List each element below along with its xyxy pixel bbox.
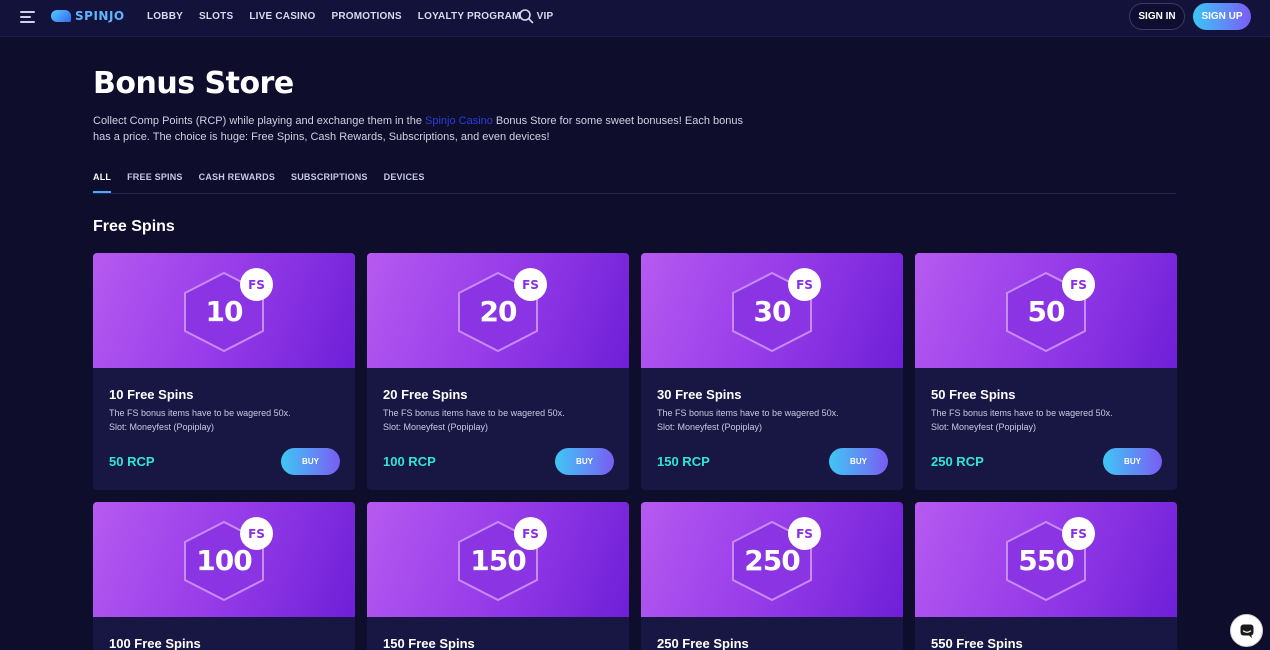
main-nav: LOBBY SLOTS LIVE CASINO PROMOTIONS LOYAL… <box>147 11 569 22</box>
bonus-card: 550 FS 550 Free Spins <box>915 502 1177 650</box>
nav-slots[interactable]: SLOTS <box>199 11 233 22</box>
fs-badge: FS <box>788 517 821 550</box>
nav-vip[interactable]: VIP <box>537 11 554 22</box>
card-title: 30 Free Spins <box>657 387 742 402</box>
fs-badge: FS <box>1062 268 1095 301</box>
sign-up-button[interactable]: SIGN UP <box>1193 3 1251 30</box>
page-title: Bonus Store <box>93 66 294 101</box>
card-description: The FS bonus items have to be wagered 50… <box>109 406 291 434</box>
card-description: The FS bonus items have to be wagered 50… <box>383 406 565 434</box>
card-title: 150 Free Spins <box>383 636 475 650</box>
slot-text: Slot: Moneyfest (Popiplay) <box>931 422 1037 432</box>
search-icon[interactable] <box>518 8 534 24</box>
card-price: 250 RCP <box>931 454 984 469</box>
top-bar: SPINJO LOBBY SLOTS LIVE CASINO PROMOTION… <box>0 0 1270 37</box>
bonus-card: 10 FS 10 Free Spins The FS bonus items h… <box>93 253 355 490</box>
sign-in-button[interactable]: SIGN IN <box>1129 3 1185 30</box>
logo-text: SPINJO <box>75 9 125 23</box>
card-title: 250 Free Spins <box>657 636 749 650</box>
bonus-card: 100 FS 100 Free Spins <box>93 502 355 650</box>
card-title: 550 Free Spins <box>931 636 1023 650</box>
nav-lobby[interactable]: LOBBY <box>147 11 183 22</box>
card-art: 550 FS <box>915 502 1177 617</box>
fs-badge: FS <box>514 517 547 550</box>
card-title: 20 Free Spins <box>383 387 468 402</box>
nav-live-casino[interactable]: LIVE CASINO <box>249 11 315 22</box>
card-description: The FS bonus items have to be wagered 50… <box>657 406 839 434</box>
card-price: 150 RCP <box>657 454 710 469</box>
tab-subscriptions[interactable]: SUBSCRIPTIONS <box>291 172 368 193</box>
card-price: 50 RCP <box>109 454 155 469</box>
card-art: 30 FS <box>641 253 903 368</box>
tab-free-spins[interactable]: FREE SPINS <box>127 172 183 193</box>
card-art: 20 FS <box>367 253 629 368</box>
buy-button[interactable]: BUY <box>1103 448 1162 475</box>
card-art: 50 FS <box>915 253 1177 368</box>
slot-text: Slot: Moneyfest (Popiplay) <box>383 422 489 432</box>
card-title: 10 Free Spins <box>109 387 194 402</box>
fs-badge: FS <box>514 268 547 301</box>
card-price: 100 RCP <box>383 454 436 469</box>
fs-badge: FS <box>240 268 273 301</box>
fs-badge: FS <box>240 517 273 550</box>
bonus-card: 20 FS 20 Free Spins The FS bonus items h… <box>367 253 629 490</box>
spinjo-casino-link[interactable]: Spinjo Casino <box>425 115 493 127</box>
wager-text: The FS bonus items have to be wagered 50… <box>657 408 839 418</box>
bonus-card: 30 FS 30 Free Spins The FS bonus items h… <box>641 253 903 490</box>
card-art: 250 FS <box>641 502 903 617</box>
chat-icon <box>1240 624 1253 638</box>
section-title: Free Spins <box>93 218 175 235</box>
nav-loyalty-program[interactable]: LOYALTY PROGRAM <box>418 11 521 22</box>
card-art: 100 FS <box>93 502 355 617</box>
chat-button[interactable] <box>1230 614 1263 647</box>
wager-text: The FS bonus items have to be wagered 50… <box>931 408 1113 418</box>
tab-devices[interactable]: DEVICES <box>384 172 425 193</box>
wager-text: The FS bonus items have to be wagered 50… <box>109 408 291 418</box>
intro-text-start: Collect Comp Points (RCP) while playing … <box>93 115 425 127</box>
hamburger-icon[interactable] <box>20 11 35 23</box>
logo[interactable]: SPINJO <box>51 9 125 23</box>
buy-button[interactable]: BUY <box>555 448 614 475</box>
category-tabs: ALL FREE SPINS CASH REWARDS SUBSCRIPTION… <box>93 172 1176 194</box>
bonus-card: 150 FS 150 Free Spins <box>367 502 629 650</box>
bonus-card: 250 FS 250 Free Spins <box>641 502 903 650</box>
card-title: 50 Free Spins <box>931 387 1016 402</box>
intro-text: Collect Comp Points (RCP) while playing … <box>93 113 743 145</box>
logo-mark <box>51 10 71 22</box>
card-art: 150 FS <box>367 502 629 617</box>
card-title: 100 Free Spins <box>109 636 201 650</box>
slot-text: Slot: Moneyfest (Popiplay) <box>657 422 763 432</box>
nav-promotions[interactable]: PROMOTIONS <box>331 11 401 22</box>
bonus-card: 50 FS 50 Free Spins The FS bonus items h… <box>915 253 1177 490</box>
buy-button[interactable]: BUY <box>281 448 340 475</box>
wager-text: The FS bonus items have to be wagered 50… <box>383 408 565 418</box>
card-description: The FS bonus items have to be wagered 50… <box>931 406 1113 434</box>
fs-badge: FS <box>1062 517 1095 550</box>
fs-badge: FS <box>788 268 821 301</box>
card-art: 10 FS <box>93 253 355 368</box>
slot-text: Slot: Moneyfest (Popiplay) <box>109 422 215 432</box>
tab-all[interactable]: ALL <box>93 172 112 193</box>
tab-cash-rewards[interactable]: CASH REWARDS <box>199 172 275 193</box>
buy-button[interactable]: BUY <box>829 448 888 475</box>
